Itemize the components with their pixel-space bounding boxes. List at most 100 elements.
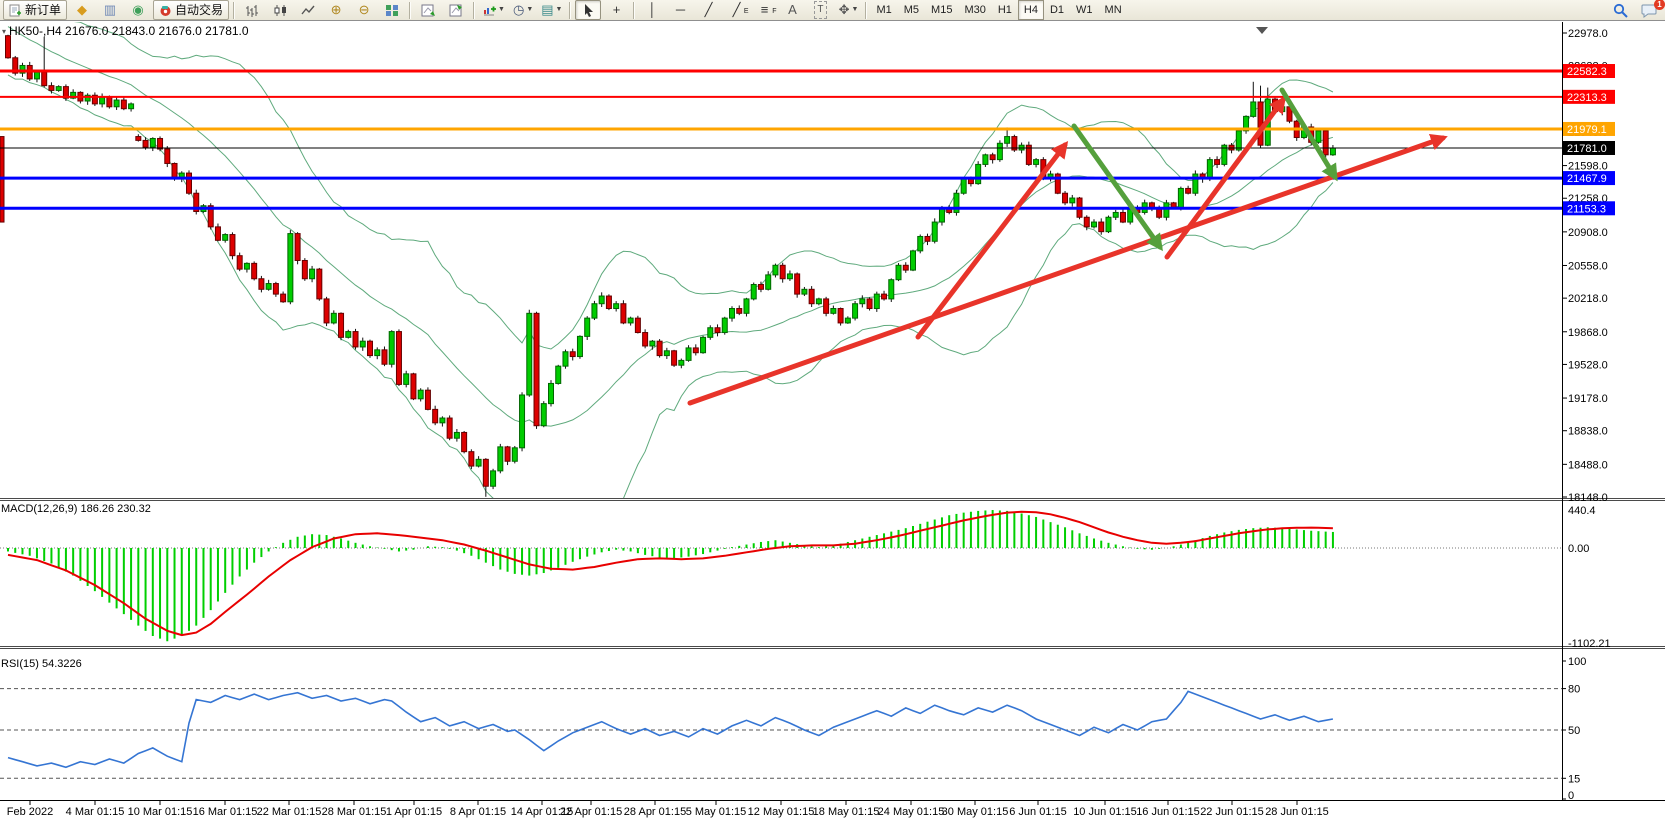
candle [773,265,778,275]
candle [809,289,814,303]
rsi-tick-label: 100 [1568,656,1586,668]
candle [237,256,242,269]
tile-windows-button[interactable] [379,0,405,20]
candle [404,374,409,385]
candle [751,285,756,299]
fibo-button[interactable]: ≡F [751,0,777,20]
signals-button[interactable]: ◉ [125,0,151,20]
candle [121,100,126,109]
candles-chart-button[interactable] [267,0,293,20]
price-tick-label: 20218.0 [1568,293,1608,305]
candle [1113,212,1118,217]
price-tick-label: 18148.0 [1568,492,1608,504]
ind-plus-icon [482,4,496,17]
candle [1120,212,1125,222]
trendline-button[interactable]: ╱ [695,0,721,20]
candle [911,251,916,270]
candle [585,318,590,336]
autotrading-button[interactable]: 自动交易 [153,0,229,20]
new-order-button[interactable]: 新订单 [3,0,67,20]
periods-button[interactable]: ◷▼ [510,0,536,20]
arrows-button[interactable]: ✥▼ [835,0,861,20]
line-chart-button[interactable] [295,0,321,20]
label-button[interactable]: T [807,0,833,20]
time-tick-label: 6 Jun 01:15 [1009,806,1067,818]
candle [976,164,981,183]
candle [346,332,351,338]
chart-canvas[interactable]: 22978.022638.022288.021948.021598.021258… [0,0,1665,822]
macd-tick-label: 440.4 [1568,505,1596,517]
candle [672,351,677,365]
candle [997,143,1002,159]
price-badge-label: 22313.3 [1567,92,1607,104]
candle [310,269,315,279]
time-tick-label: 16 Mar 01:15 [193,806,258,818]
candle [42,72,47,85]
candle [606,296,611,308]
indicators-button[interactable]: ▼ [479,0,508,20]
candle [360,341,365,347]
profiles-button[interactable]: ▥ [97,0,123,20]
candle [1323,131,1328,155]
candle [896,265,901,279]
chevron-down-icon: ▾ [2,27,6,36]
timeframe-button-m30[interactable]: M30 [958,0,991,20]
new-chart-button[interactable]: ◆ [69,0,95,20]
candle [187,173,192,193]
candle [1236,131,1241,150]
timeframe-button-w1[interactable]: W1 [1070,0,1099,20]
candle [903,265,908,270]
toolbar-separator [409,2,411,19]
candle [693,348,698,353]
toolbar-separator [633,2,635,19]
candle [874,294,879,308]
zoom-out-button[interactable]: ⊖ [351,0,377,20]
price-badge-label: 21781.0 [1567,143,1607,155]
candle [382,350,387,364]
candle [614,304,619,309]
rsi-tick-label: 0 [1568,790,1574,802]
bars-chart-button[interactable] [239,0,265,20]
candle [114,100,119,107]
candle [281,294,286,302]
hline-button[interactable]: ─ [667,0,693,20]
candle [215,227,220,240]
search-button[interactable] [1608,0,1634,20]
vline-button[interactable]: │ [639,0,665,20]
candle [853,304,858,318]
candle [990,155,995,160]
auto-arrange-button[interactable] [415,0,441,20]
timeframe-button-d1[interactable]: D1 [1044,0,1070,20]
templates-button[interactable]: ▤▼ [538,0,565,20]
crosshair-button[interactable]: + [603,0,629,20]
timeframe-button-h4[interactable]: H4 [1018,0,1044,20]
candle [1215,160,1220,165]
cursor-button[interactable] [575,0,601,20]
time-tick-label: 28 Jun 01:15 [1265,806,1329,818]
magnifier-icon [1613,3,1629,18]
candle [657,341,662,355]
timeframe-button-h1[interactable]: H1 [992,0,1018,20]
candle [158,138,163,149]
candle [983,155,988,165]
candle [230,235,235,256]
zoom-in-button[interactable]: ⊕ [323,0,349,20]
candle [867,299,872,309]
timeframe-button-m5[interactable]: M5 [898,0,925,20]
timeframe-button-m1[interactable]: M1 [870,0,897,20]
price-badge-label: 21979.1 [1567,124,1607,136]
candle [961,179,966,193]
candles-icon [273,4,288,17]
timeframe-button-mn[interactable]: MN [1099,0,1128,20]
candle [136,137,141,141]
candle [266,284,271,290]
candle [520,395,525,448]
time-axis[interactable]: Feb 20224 Mar 01:1510 Mar 01:1516 Mar 01… [7,800,1329,818]
chart-shift-button[interactable] [443,0,469,20]
toolbar-separator [865,2,867,19]
chat-button[interactable]: 1 [1636,0,1662,20]
channel-button[interactable]: ╱E [723,0,749,20]
text-button[interactable]: A [779,0,805,20]
candle [621,304,626,323]
timeframe-button-m15[interactable]: M15 [925,0,958,20]
